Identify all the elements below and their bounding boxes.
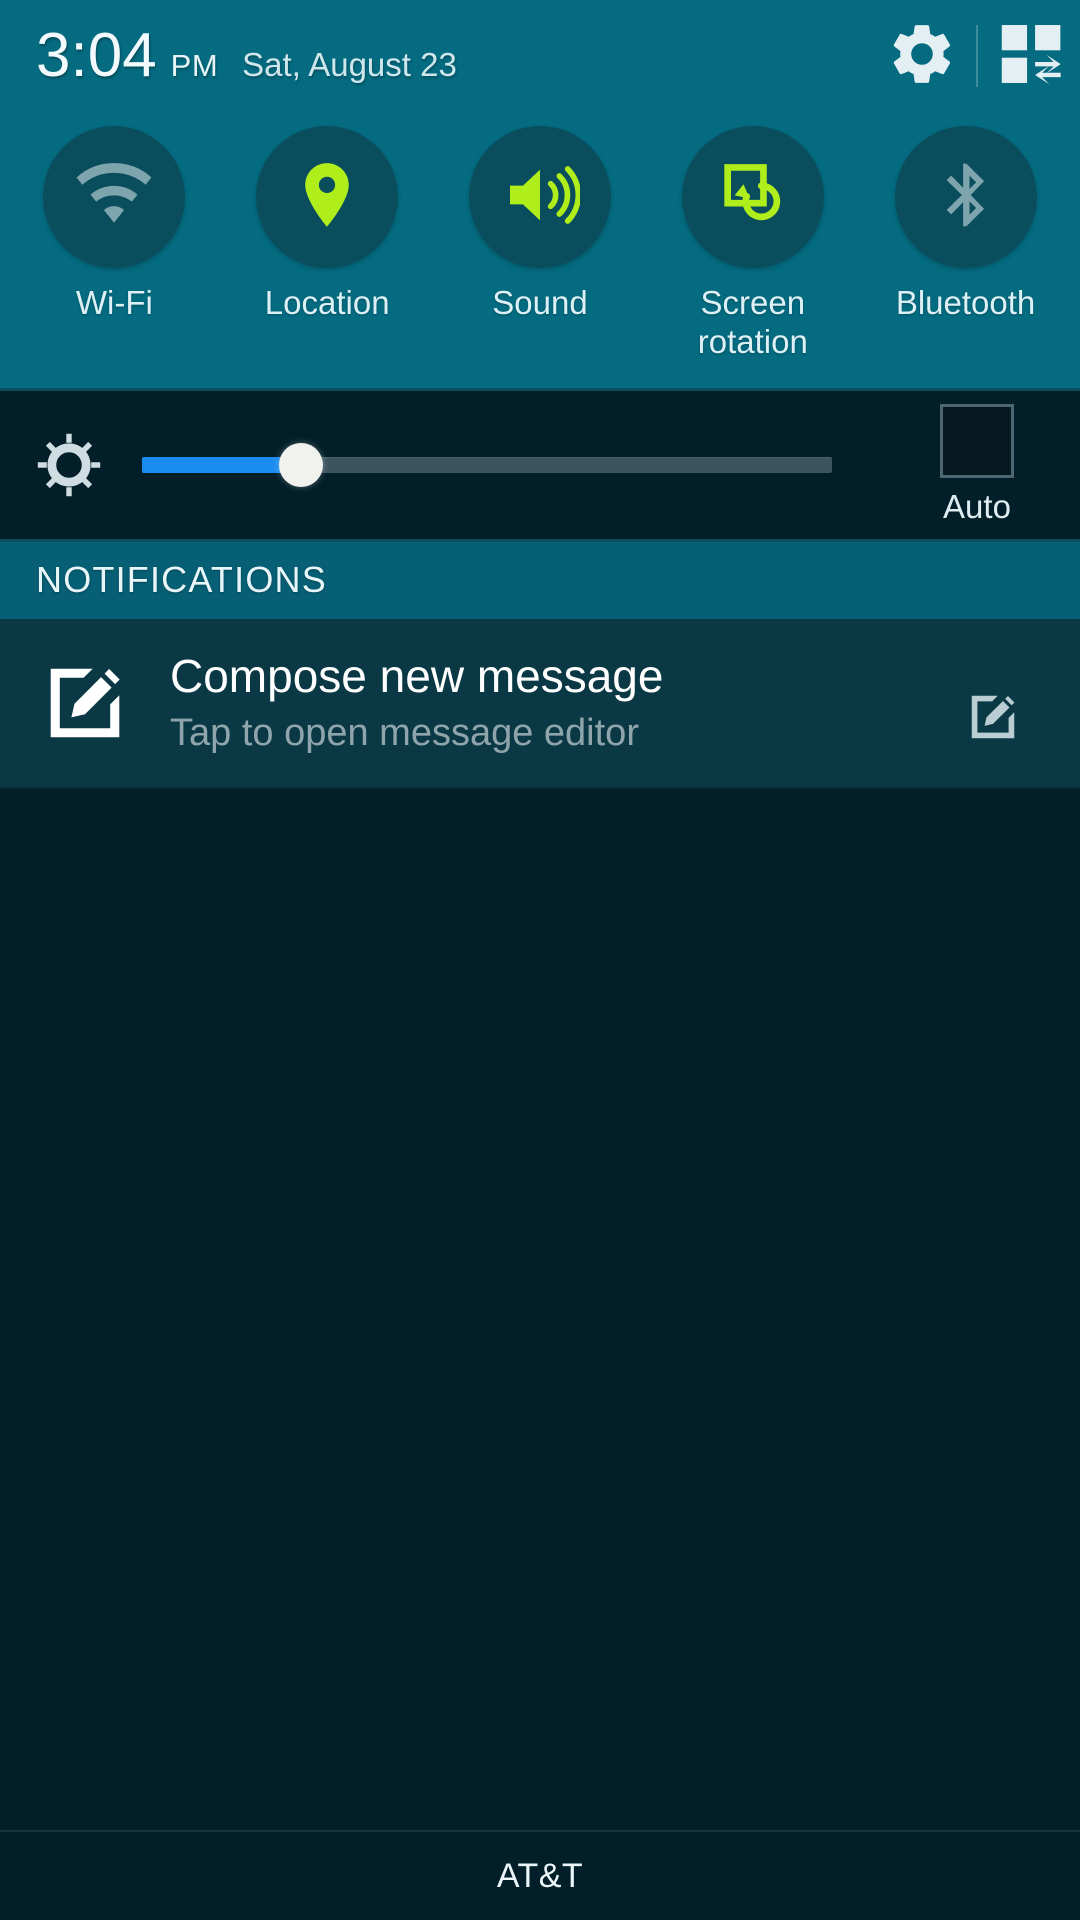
- quick-settings-panel: Wi-Fi Location Sound Screen rotation Blu…: [0, 112, 1080, 391]
- location-pin-icon: [288, 156, 366, 239]
- notification-action-button[interactable]: [928, 691, 1058, 748]
- compose-message-icon: [0, 661, 170, 745]
- quick-toggle-label-bluetooth: Bluetooth: [895, 284, 1036, 321]
- clock-block: 3:04 PM Sat, August 23: [36, 25, 457, 87]
- quick-toggle-sound[interactable]: Sound: [445, 126, 635, 323]
- toggle-circle-screen-rotation: [681, 126, 824, 268]
- edit-quick-settings-button[interactable]: [984, 0, 1080, 112]
- auto-brightness-label: Auto: [943, 487, 1011, 525]
- clock-date: Sat, August 23: [242, 46, 457, 83]
- status-bar-header: 3:04 PM Sat, August 23: [0, 0, 1080, 112]
- notification-item-compose[interactable]: Compose new message Tap to open message …: [0, 618, 1080, 789]
- toggle-circle-bluetooth: [894, 126, 1037, 268]
- quick-settings-edit-icon: [995, 17, 1069, 96]
- screen-rotation-icon: [715, 157, 791, 238]
- quick-toggle-label-location: Location: [264, 284, 390, 321]
- quick-toggle-location[interactable]: Location: [232, 126, 422, 323]
- gear-icon: [886, 18, 958, 95]
- quick-toggle-row: Wi-Fi Location Sound Screen rotation Blu…: [0, 126, 1080, 362]
- carrier-bar: AT&T: [0, 1830, 1080, 1920]
- brightness-row: Auto: [0, 390, 1080, 542]
- clock-time: 3:04: [36, 21, 157, 90]
- quick-toggle-wifi[interactable]: Wi-Fi: [19, 126, 209, 323]
- header-divider: [976, 25, 978, 87]
- quick-toggle-screen-rotation[interactable]: Screen rotation: [658, 126, 848, 362]
- quick-toggle-label-wifi: Wi-Fi: [75, 284, 153, 321]
- toggle-circle-wifi: [43, 126, 186, 268]
- notifications-section-header: NOTIFICATIONS: [0, 541, 1080, 619]
- bluetooth-icon: [928, 157, 1004, 238]
- brightness-slider-thumb[interactable]: [278, 442, 323, 487]
- clock-ampm: PM: [170, 48, 219, 83]
- auto-brightness-toggle[interactable]: Auto: [902, 403, 1052, 526]
- notifications-section-label: NOTIFICATIONS: [36, 559, 327, 601]
- notification-shade: 3:04 PM Sat, August 23 Wi-Fi Location So…: [0, 0, 1080, 1920]
- brightness-slider-fill: [142, 456, 301, 473]
- brightness-slider[interactable]: [142, 435, 832, 495]
- toggle-circle-sound: [468, 126, 611, 268]
- notification-text-block: Compose new message Tap to open message …: [170, 649, 928, 755]
- auto-brightness-checkbox[interactable]: [940, 403, 1014, 478]
- carrier-name: AT&T: [496, 1856, 584, 1895]
- notification-title: Compose new message: [170, 649, 664, 702]
- notification-shade-body: [0, 788, 1080, 1830]
- sound-volume-icon: [500, 155, 582, 240]
- wifi-icon: [75, 156, 153, 239]
- brightness-sun-icon: [26, 429, 112, 501]
- header-actions: [874, 0, 1080, 112]
- settings-button[interactable]: [874, 0, 970, 112]
- quick-toggle-bluetooth[interactable]: Bluetooth: [871, 126, 1061, 323]
- toggle-circle-location: [256, 126, 399, 268]
- notification-subtitle: Tap to open message editor: [170, 712, 639, 755]
- quick-toggle-label-sound: Sound: [492, 284, 588, 321]
- quick-toggle-label-screen-rotation: Screen rotation: [697, 284, 808, 360]
- compose-message-action-icon: [967, 691, 1019, 748]
